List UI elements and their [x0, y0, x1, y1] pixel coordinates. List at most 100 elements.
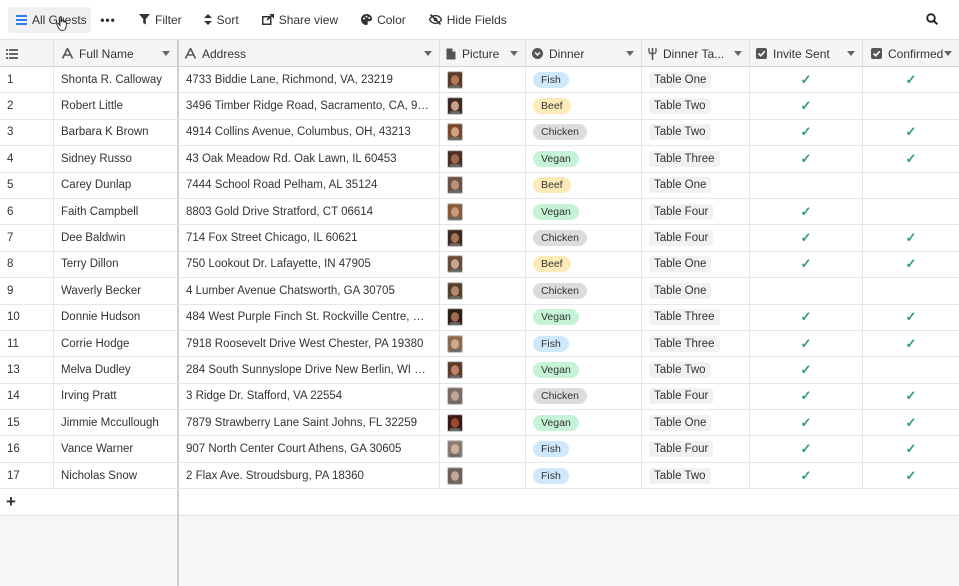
address-cell[interactable]: 8803 Gold Drive Stratford, CT 06614: [179, 198, 440, 225]
table-row[interactable]: 16 Vance Warner 907 North Center Court Ath…: [0, 436, 959, 463]
dinner-cell[interactable]: Chicken: [526, 119, 642, 146]
invite-sent-cell[interactable]: ✓: [750, 198, 863, 225]
address-cell[interactable]: 3 Ridge Dr. Stafford, VA 22554: [179, 383, 440, 410]
confirmed-cell[interactable]: [863, 278, 959, 303]
dinner-cell[interactable]: Fish: [526, 436, 642, 462]
address-cell[interactable]: 4 Lumber Avenue Chatsworth, GA 30705: [179, 278, 440, 304]
address-cell[interactable]: 7879 Strawberry Lane Saint Johns, FL 322…: [179, 410, 440, 436]
dinner-cell[interactable]: Fish: [526, 462, 642, 489]
table-row[interactable]: 5 Carey Dunlap 7444 School Road Pelham, AL…: [0, 172, 959, 199]
dinner-cell[interactable]: Fish: [526, 67, 642, 93]
picture-cell[interactable]: [440, 67, 526, 93]
confirmed-cell[interactable]: ✓: [863, 384, 959, 409]
add-record-row[interactable]: +: [0, 489, 959, 516]
dinner-table-cell[interactable]: Table Three: [642, 304, 750, 330]
guest-photo-thumbnail[interactable]: [447, 149, 463, 168]
dinner-table-cell[interactable]: Table One: [642, 278, 750, 304]
dinner-table-cell[interactable]: Table Two: [642, 119, 750, 146]
chevron-down-icon[interactable]: [626, 51, 634, 56]
invite-sent-cell[interactable]: ✓: [750, 67, 863, 93]
address-cell[interactable]: 7444 School Road Pelham, AL 35124: [179, 172, 440, 198]
dinner-table-cell[interactable]: Table One: [642, 172, 750, 198]
address-cell[interactable]: 3496 Timber Ridge Road, Sacramento, CA, …: [179, 93, 440, 119]
dinner-table-cell[interactable]: Table Four: [642, 436, 750, 462]
full-name-cell[interactable]: Dee Baldwin: [54, 225, 179, 251]
dinner-cell[interactable]: Vegan: [526, 198, 642, 225]
picture-cell[interactable]: [440, 410, 526, 436]
dinner-table-cell[interactable]: Table One: [642, 251, 750, 278]
confirmed-cell[interactable]: ✓: [863, 331, 959, 356]
chevron-down-icon[interactable]: [162, 51, 170, 56]
picture-cell[interactable]: [440, 225, 526, 251]
view-switcher-button[interactable]: All Guests: [8, 6, 91, 33]
confirmed-cell[interactable]: [863, 93, 959, 118]
dinner-table-cell[interactable]: Table One: [642, 410, 750, 436]
column-header-confirmed[interactable]: Confirmed: [863, 40, 959, 67]
dinner-cell[interactable]: Vegan: [526, 146, 642, 172]
dinner-cell[interactable]: Chicken: [526, 225, 642, 251]
dinner-cell[interactable]: Vegan: [526, 304, 642, 330]
invite-sent-cell[interactable]: ✓: [750, 436, 863, 462]
share-view-button[interactable]: Share view: [254, 7, 346, 33]
guest-photo-thumbnail[interactable]: [447, 202, 463, 221]
table-row[interactable]: 15 Jimmie Mccullough 7879 Strawberry Lane …: [0, 410, 959, 437]
picture-cell[interactable]: [440, 172, 526, 198]
table-row[interactable]: 11 Corrie Hodge 7918 Roosevelt Drive West …: [0, 330, 959, 358]
address-cell[interactable]: 284 South Sunnyslope Drive New Berlin, W…: [179, 357, 440, 383]
guest-photo-thumbnail[interactable]: [447, 413, 463, 432]
full-name-cell[interactable]: Barbara K Brown: [54, 119, 179, 146]
full-name-cell[interactable]: Vance Warner: [54, 436, 179, 462]
guest-photo-thumbnail[interactable]: [447, 229, 463, 248]
table-row[interactable]: 7 Dee Baldwin 714 Fox Street Chicago, IL 6…: [0, 225, 959, 252]
dinner-table-cell[interactable]: Table Two: [642, 357, 750, 383]
chevron-down-icon[interactable]: [734, 51, 742, 56]
full-name-cell[interactable]: Terry Dillon: [54, 251, 179, 278]
dinner-table-cell[interactable]: Table Two: [642, 93, 750, 119]
address-cell[interactable]: 714 Fox Street Chicago, IL 60621: [179, 225, 440, 251]
dinner-table-cell[interactable]: Table Four: [642, 225, 750, 251]
column-header-picture[interactable]: Picture: [440, 40, 526, 67]
address-cell[interactable]: 907 North Center Court Athens, GA 30605: [179, 436, 440, 462]
confirmed-cell[interactable]: ✓: [863, 252, 959, 277]
chevron-down-icon[interactable]: [944, 51, 952, 56]
picture-cell[interactable]: [440, 383, 526, 410]
picture-cell[interactable]: [440, 304, 526, 330]
invite-sent-cell[interactable]: ✓: [750, 383, 863, 410]
full-name-cell[interactable]: Melva Dudley: [54, 357, 179, 383]
more-options-button[interactable]: •••: [94, 7, 122, 33]
guest-photo-thumbnail[interactable]: [447, 70, 463, 89]
guest-photo-thumbnail[interactable]: [447, 440, 463, 459]
full-name-cell[interactable]: Nicholas Snow: [54, 462, 179, 489]
address-cell[interactable]: 43 Oak Meadow Rd. Oak Lawn, IL 60453: [179, 146, 440, 172]
full-name-cell[interactable]: Irving Pratt: [54, 383, 179, 410]
invite-sent-cell[interactable]: ✓: [750, 462, 863, 489]
dinner-table-cell[interactable]: Table One: [642, 67, 750, 93]
dinner-table-cell[interactable]: Table Three: [642, 330, 750, 357]
picture-cell[interactable]: [440, 198, 526, 225]
dinner-table-cell[interactable]: Table Four: [642, 198, 750, 225]
table-row[interactable]: 13 Melva Dudley 284 South Sunnyslope Drive…: [0, 357, 959, 384]
picture-cell[interactable]: [440, 330, 526, 357]
invite-sent-cell[interactable]: ✓: [750, 357, 863, 383]
guest-photo-thumbnail[interactable]: [447, 176, 463, 195]
confirmed-cell[interactable]: [863, 199, 959, 224]
full-name-cell[interactable]: Shonta R. Calloway: [54, 67, 179, 93]
dinner-cell[interactable]: Beef: [526, 251, 642, 278]
address-cell[interactable]: 484 West Purple Finch St. Rockville Cent…: [179, 304, 440, 330]
address-cell[interactable]: 750 Lookout Dr. Lafayette, IN 47905: [179, 251, 440, 278]
column-header-address[interactable]: Address: [179, 40, 440, 67]
guest-photo-thumbnail[interactable]: [447, 97, 463, 116]
picture-cell[interactable]: [440, 146, 526, 172]
guest-photo-thumbnail[interactable]: [447, 334, 463, 353]
column-header-full-name[interactable]: Full Name: [0, 40, 179, 67]
column-header-invite-sent[interactable]: Invite Sent: [750, 40, 863, 67]
table-row[interactable]: 3 Barbara K Brown 4914 Collins Avenue, Col…: [0, 119, 959, 147]
picture-cell[interactable]: [440, 357, 526, 383]
confirmed-cell[interactable]: ✓: [863, 146, 959, 171]
column-header-dinner-table[interactable]: Dinner Ta...: [642, 40, 750, 67]
full-name-cell[interactable]: Robert Little: [54, 93, 179, 119]
sort-button[interactable]: Sort: [196, 7, 247, 33]
dinner-cell[interactable]: Vegan: [526, 410, 642, 436]
search-button[interactable]: [919, 7, 945, 33]
table-row[interactable]: 10 Donnie Hudson 484 West Purple Finch St.…: [0, 304, 959, 331]
